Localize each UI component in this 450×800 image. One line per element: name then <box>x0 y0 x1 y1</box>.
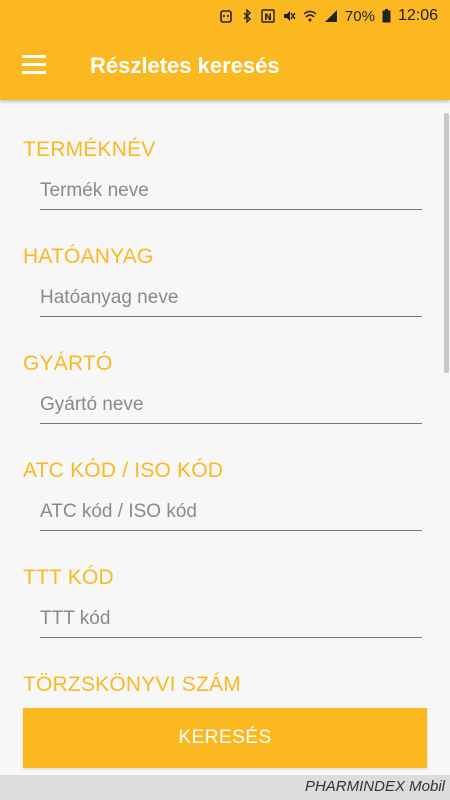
status-bar: N 70% 12:06 <box>0 0 450 32</box>
registration-number-label: TÖRZSKÖNYVI SZÁM <box>23 673 241 696</box>
manufacturer-label: GYÁRTÓ <box>23 352 113 375</box>
battery-icon <box>382 9 391 23</box>
active-ingredient-input[interactable] <box>40 280 422 317</box>
bluetooth-icon <box>243 9 251 23</box>
scrollbar[interactable] <box>444 113 449 373</box>
mute-icon <box>283 11 296 21</box>
signal-icon <box>324 10 337 22</box>
product-name-label: TERMÉKNÉV <box>23 138 156 161</box>
svg-text:N: N <box>264 13 272 23</box>
footer-brand: PHARMINDEX Mobil <box>304 778 445 795</box>
atc-iso-code-label: ATC KÓD / ISO KÓD <box>23 459 224 482</box>
active-ingredient-label: HATÓANYAG <box>23 245 154 268</box>
search-button[interactable]: KERESÉS <box>23 708 427 768</box>
ttt-code-input[interactable] <box>40 601 422 638</box>
nfc-icon: N <box>261 9 275 23</box>
wifi-icon <box>303 10 317 22</box>
app-bar: Részletes keresés <box>0 32 450 100</box>
manufacturer-input[interactable] <box>40 387 422 424</box>
battery-percent: 70% <box>344 7 375 25</box>
notification-icon <box>220 10 232 23</box>
page-title: Részletes keresés <box>90 53 280 78</box>
ttt-code-label: TTT KÓD <box>23 566 114 589</box>
search-form: TERMÉKNÉV HATÓANYAG GYÁRTÓ ATC KÓD / ISO… <box>0 100 450 705</box>
atc-iso-code-input[interactable] <box>40 494 422 531</box>
hamburger-menu-icon[interactable] <box>22 55 48 75</box>
clock: 12:06 <box>397 7 438 24</box>
product-name-input[interactable] <box>40 173 422 210</box>
footer: PHARMINDEX Mobil <box>0 775 450 800</box>
